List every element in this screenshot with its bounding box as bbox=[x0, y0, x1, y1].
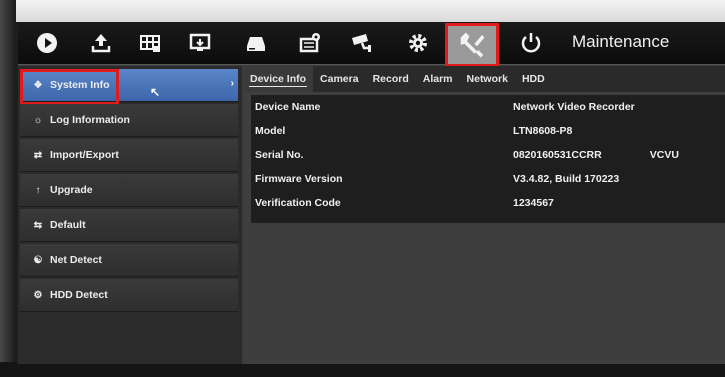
tab-network[interactable]: Network bbox=[460, 66, 515, 92]
default-icon: ⇆ bbox=[33, 219, 43, 231]
info-value: 0820160531CCRR VCVU bbox=[513, 149, 679, 162]
info-row-device-name: Device Name Network Video Recorder bbox=[251, 95, 725, 119]
tab-camera[interactable]: Camera bbox=[313, 66, 366, 92]
info-row-verification-code: Verification Code 1234567 bbox=[251, 191, 725, 215]
monitor-bezel-top bbox=[0, 0, 725, 22]
redacted-block bbox=[601, 149, 650, 162]
sidebar-item-label: Log Information bbox=[50, 114, 130, 126]
info-value: V3.4.82, Build 170223 bbox=[513, 173, 620, 185]
tools-icon[interactable] bbox=[445, 23, 499, 67]
sidebar-item-hdd-detect[interactable]: ⚙ HDD Detect bbox=[20, 279, 238, 312]
upload-icon[interactable] bbox=[84, 26, 118, 60]
device-info-panel: Device Name Network Video Recorder Model… bbox=[251, 95, 725, 223]
log-icon: ☼ bbox=[33, 114, 43, 126]
chevron-right-icon: › bbox=[230, 78, 234, 89]
sidebar-item-system-info[interactable]: ❖ System Info ↖ › bbox=[20, 69, 238, 105]
net-detect-icon: ☯ bbox=[33, 254, 43, 266]
sidebar-item-label: Default bbox=[50, 219, 86, 231]
sidebar-item-label: Upgrade bbox=[50, 184, 93, 196]
play-icon[interactable] bbox=[30, 26, 64, 60]
sidebar: ❖ System Info ↖ › ☼ Log Information ⇄ Im… bbox=[18, 66, 242, 364]
page-title: Maintenance bbox=[572, 32, 670, 51]
info-label: Firmware Version bbox=[255, 173, 343, 185]
camera-settings-icon[interactable] bbox=[293, 26, 327, 60]
info-label: Verification Code bbox=[255, 197, 341, 209]
import-export-icon: ⇄ bbox=[33, 149, 43, 161]
info-row-model: Model LTN8608-P8 bbox=[251, 119, 725, 143]
info-value: Network Video Recorder bbox=[513, 101, 635, 113]
nvr-screen: Maintenance ❖ System Info ↖ › ☼ Log Info… bbox=[18, 22, 725, 364]
info-value: LTN8608-P8 bbox=[513, 125, 573, 137]
sidebar-item-default[interactable]: ⇆ Default bbox=[20, 209, 238, 242]
hdd-detect-icon: ⚙ bbox=[33, 289, 43, 301]
monitor-bezel-left bbox=[0, 0, 16, 377]
tab-alarm[interactable]: Alarm bbox=[416, 66, 460, 92]
disk-icon[interactable] bbox=[239, 26, 273, 60]
selection-highlight bbox=[20, 69, 119, 105]
sidebar-item-label: HDD Detect bbox=[50, 289, 108, 301]
info-label: Device Name bbox=[255, 101, 321, 113]
tab-hdd[interactable]: HDD bbox=[515, 66, 552, 92]
sidebar-item-label: Import/Export bbox=[50, 149, 119, 161]
sidebar-item-import-export[interactable]: ⇄ Import/Export bbox=[20, 139, 238, 172]
monitor-icon[interactable] bbox=[183, 26, 217, 60]
tab-device-info[interactable]: Device Info bbox=[243, 66, 314, 92]
info-label: Model bbox=[255, 125, 286, 137]
serial-suffix: VCVU bbox=[649, 149, 679, 161]
sidebar-item-log-information[interactable]: ☼ Log Information bbox=[20, 104, 238, 137]
info-row-firmware-version: Firmware Version V3.4.82, Build 170223 bbox=[251, 167, 725, 191]
grid-icon[interactable] bbox=[133, 26, 167, 60]
power-icon[interactable] bbox=[514, 26, 548, 60]
info-row-serial-no: Serial No. 0820160531CCRR VCVU bbox=[251, 143, 725, 167]
cctv-camera-icon[interactable] bbox=[345, 26, 379, 60]
main-toolbar: Maintenance bbox=[18, 22, 725, 67]
info-value: 1234567 bbox=[513, 197, 554, 209]
monitor-frame: Maintenance ❖ System Info ↖ › ☼ Log Info… bbox=[0, 0, 725, 377]
main-content: Device Info Camera Record Alarm Network … bbox=[243, 66, 725, 364]
mouse-cursor-icon: ↖ bbox=[150, 85, 161, 99]
tab-bar: Device Info Camera Record Alarm Network … bbox=[243, 66, 725, 92]
tab-record[interactable]: Record bbox=[366, 66, 416, 92]
info-label: Serial No. bbox=[255, 149, 304, 161]
upgrade-icon: ↑ bbox=[35, 184, 41, 196]
sidebar-item-label: Net Detect bbox=[50, 254, 102, 266]
sidebar-item-upgrade[interactable]: ↑ Upgrade bbox=[20, 174, 238, 207]
gear-icon[interactable] bbox=[401, 26, 435, 60]
sidebar-item-net-detect[interactable]: ☯ Net Detect bbox=[20, 244, 238, 277]
monitor-bezel-bottom bbox=[0, 362, 725, 377]
serial-prefix: 0820160531CCRR bbox=[513, 149, 602, 161]
